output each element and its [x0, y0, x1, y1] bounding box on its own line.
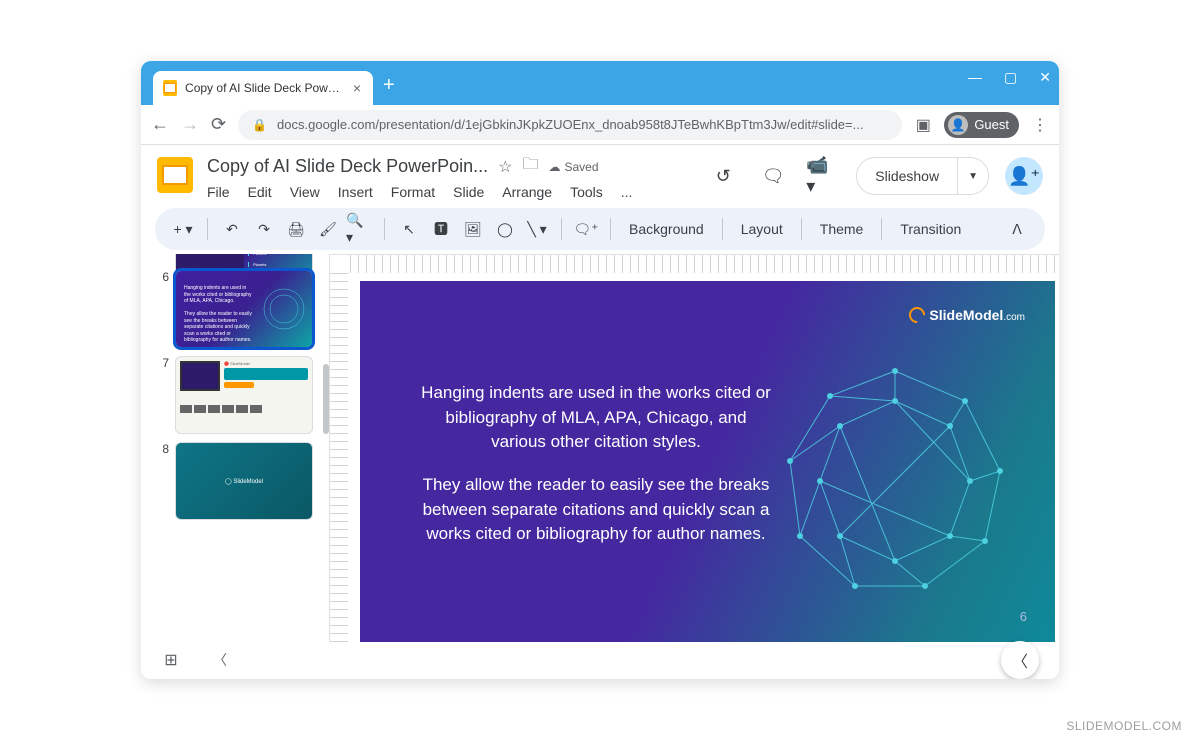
bottom-bar: ⊞ 〈 〈 — [159, 645, 1049, 675]
redo-button[interactable]: ↷ — [250, 215, 278, 243]
slideshow-button[interactable]: Slideshow — [857, 158, 957, 194]
browser-tab[interactable]: Copy of AI Slide Deck PowerPoin × — [153, 71, 373, 105]
menu-arrange[interactable]: Arrange — [502, 184, 552, 200]
line-tool[interactable]: ╲ ▾ — [523, 215, 551, 243]
menu-edit[interactable]: Edit — [248, 184, 272, 200]
shape-tool[interactable]: ◯ — [491, 215, 519, 243]
new-slide-button[interactable]: + ▾ — [169, 215, 197, 243]
header-right: ↺ 🗨 📹 ▾ Slideshow ▼ 👤⁺ — [706, 157, 1043, 195]
forward-button[interactable]: → — [181, 114, 199, 135]
reload-button[interactable]: ⟳ — [211, 114, 226, 135]
grid-view-icon[interactable]: ⊞ — [159, 648, 183, 672]
slide-thumb-5[interactable]: PlanetsPlanets — [159, 254, 325, 262]
horizontal-ruler[interactable] — [350, 255, 1059, 273]
filmstrip: PlanetsPlanets 6 Hanging indents are use… — [155, 254, 329, 642]
menu-view[interactable]: View — [290, 184, 320, 200]
titlebar: Copy of AI Slide Deck PowerPoin × + — ▢ … — [141, 61, 1059, 105]
theme-button[interactable]: Theme — [812, 221, 872, 237]
history-icon[interactable]: ↺ — [706, 159, 740, 193]
close-window-icon[interactable]: ✕ — [1039, 69, 1051, 86]
slides-logo-icon[interactable] — [157, 157, 193, 193]
textbox-tool[interactable]: 🆃 — [427, 215, 455, 243]
slidemodel-logo-icon — [906, 304, 929, 327]
slideshow-button-group: Slideshow ▼ — [856, 157, 989, 195]
slidemodel-logo: SlideModel.com — [909, 307, 1025, 323]
slide-thumb-7[interactable]: 7 🔴 SlideModel — [159, 356, 325, 434]
app-header: Copy of AI Slide Deck PowerPoin... ☆ 🗀 ☁… — [141, 145, 1059, 204]
background-button[interactable]: Background — [621, 221, 712, 237]
window-controls: — ▢ ✕ — [968, 69, 1051, 86]
maximize-icon[interactable]: ▢ — [1004, 69, 1017, 86]
kebab-menu-icon[interactable]: ⋮ — [1031, 116, 1049, 134]
slide-thumb-6[interactable]: 6 Hanging indents are used in the works … — [159, 270, 325, 348]
zoom-button[interactable]: 🔍 ▾ — [346, 215, 374, 243]
meet-icon[interactable]: 📹 ▾ — [806, 159, 840, 193]
layout-button[interactable]: Layout — [733, 221, 791, 237]
slides-favicon — [163, 80, 177, 96]
workspace: PlanetsPlanets 6 Hanging indents are use… — [141, 254, 1059, 642]
menu-tools[interactable]: Tools — [570, 184, 603, 200]
url-text: docs.google.com/presentation/d/1ejGbkinJ… — [277, 117, 863, 132]
panel-icon[interactable]: ▣ — [914, 116, 932, 134]
menu-slide[interactable]: Slide — [453, 184, 484, 200]
slide-body-text: Hanging indents are used in the works ci… — [416, 381, 776, 565]
cloud-icon: ☁ — [549, 160, 561, 174]
transition-button[interactable]: Transition — [892, 221, 969, 237]
filmstrip-collapse-icon[interactable]: 〈 — [213, 650, 227, 670]
share-button[interactable]: 👤⁺ — [1005, 157, 1043, 195]
profile-chip[interactable]: 👤 Guest — [944, 112, 1019, 138]
explore-button[interactable]: 〈 — [1001, 641, 1039, 679]
select-tool[interactable]: ↖ — [395, 215, 423, 243]
menu-file[interactable]: File — [207, 184, 230, 200]
network-sphere-graphic — [775, 361, 1015, 601]
toolbar: + ▾ ↶ ↷ 🖨 🖌 🔍 ▾ ↖ 🆃 🖼 ◯ ╲ ▾ 🗨⁺ Backgroun… — [155, 208, 1045, 250]
undo-button[interactable]: ↶ — [218, 215, 246, 243]
title-row: Copy of AI Slide Deck PowerPoin... ☆ 🗀 ☁… — [207, 153, 692, 180]
watermark: SLIDEMODEL.COM — [1066, 719, 1182, 733]
address-bar: ← → ⟳ 🔒 docs.google.com/presentation/d/1… — [141, 105, 1059, 145]
slide-page-number: 6 — [1020, 609, 1027, 624]
menu-insert[interactable]: Insert — [338, 184, 373, 200]
image-tool[interactable]: 🖼 — [459, 215, 487, 243]
comment-tool[interactable]: 🗨⁺ — [572, 215, 600, 243]
comment-icon[interactable]: 🗨 — [756, 159, 790, 193]
menu-more[interactable]: ... — [621, 184, 633, 200]
slideshow-dropdown[interactable]: ▼ — [957, 158, 988, 194]
move-icon[interactable]: 🗀 — [522, 153, 538, 180]
save-status[interactable]: ☁ Saved — [549, 160, 599, 174]
back-button[interactable]: ← — [151, 114, 169, 135]
vertical-ruler[interactable] — [330, 273, 348, 642]
url-input[interactable]: 🔒 docs.google.com/presentation/d/1ejGbki… — [238, 110, 902, 140]
menu-format[interactable]: Format — [391, 184, 435, 200]
slide-thumb-8[interactable]: 8 ◯ SlideModel — [159, 442, 325, 520]
canvas-area: SlideModel.com Hanging indents are used … — [329, 254, 1059, 642]
paint-format-button[interactable]: 🖌 — [314, 215, 342, 243]
tab-title: Copy of AI Slide Deck PowerPoin — [185, 81, 341, 95]
print-button[interactable]: 🖨 — [282, 215, 310, 243]
avatar-icon: 👤 — [948, 115, 968, 135]
guest-label: Guest — [974, 117, 1009, 132]
browser-window: Copy of AI Slide Deck PowerPoin × + — ▢ … — [141, 61, 1059, 679]
header-main: Copy of AI Slide Deck PowerPoin... ☆ 🗀 ☁… — [207, 153, 692, 200]
slide-canvas[interactable]: SlideModel.com Hanging indents are used … — [360, 281, 1055, 642]
new-tab-button[interactable]: + — [383, 74, 395, 97]
lock-icon: 🔒 — [252, 118, 267, 132]
doc-title[interactable]: Copy of AI Slide Deck PowerPoin... — [207, 156, 488, 177]
collapse-toolbar-icon[interactable]: ᐱ — [1003, 215, 1031, 243]
star-icon[interactable]: ☆ — [498, 157, 512, 177]
close-tab-icon[interactable]: × — [349, 80, 365, 96]
minimize-icon[interactable]: — — [968, 69, 982, 86]
menu-bar: File Edit View Insert Format Slide Arran… — [207, 184, 692, 200]
